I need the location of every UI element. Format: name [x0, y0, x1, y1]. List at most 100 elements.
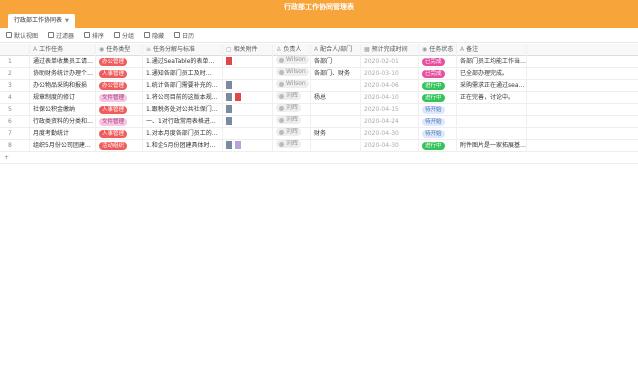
cell-owner[interactable]: Wilson — [273, 67, 311, 80]
table-tab[interactable]: 行政部工作协同表 ▼ — [8, 14, 75, 28]
column-header-date[interactable]: ▦ 预计完成时间 — [361, 43, 419, 56]
column-header-task[interactable]: A 工作任务 — [30, 43, 96, 56]
cell-partner[interactable] — [311, 103, 361, 116]
column-header-owner[interactable]: ♙ 负责人 — [273, 43, 311, 56]
table-row[interactable]: 3 办公物品采购和报损 办公管理 1.统计各部门需要补充的… Wilson 2020-04… — [0, 79, 638, 92]
cell-partner[interactable]: 各部门 — [311, 55, 361, 68]
cell-status[interactable]: 已完成 — [419, 55, 457, 68]
cell-date[interactable]: 2020-04-10 — [361, 91, 419, 104]
cell-standard[interactable]: 一、1对行政常用表格进… — [143, 115, 223, 128]
cell-partner[interactable] — [311, 139, 361, 152]
cell-partner[interactable]: 杨总 — [311, 91, 361, 104]
cell-owner[interactable]: 刘辉 — [273, 103, 311, 116]
cell-owner[interactable]: 刘辉 — [273, 139, 311, 152]
column-header-partner[interactable]: A 配合人/部门 — [311, 43, 361, 56]
table-row[interactable]: 8 组织5月份公司团建团… 活动组织 1.和企5月份团建具体时… 刘辉 2020-04-3… — [0, 139, 638, 152]
cell-note[interactable] — [457, 127, 527, 140]
cell-owner[interactable]: Wilson — [273, 55, 311, 68]
toolbar-hide[interactable]: 隐藏 — [144, 31, 164, 40]
cell-owner[interactable]: 刘辉 — [273, 127, 311, 140]
cell-partner[interactable]: 财务 — [311, 127, 361, 140]
table-row[interactable]: 6 行政类资料的分类和保存 文件管理 一、1对行政常用表格进… 刘辉 2020-04-24… — [0, 115, 638, 128]
cell-status[interactable]: 已完成 — [419, 67, 457, 80]
cell-standard[interactable]: 1.通知各部门员工及时… — [143, 67, 223, 80]
cell-type[interactable]: 文件管理 — [96, 115, 143, 128]
cell-attachment[interactable] — [223, 55, 273, 68]
cell-type[interactable]: 人事管理 — [96, 67, 143, 80]
cell-date[interactable]: 2020-03-10 — [361, 67, 419, 80]
table-row[interactable]: 5 社保公积金缴纳 人事管理 1.跟税务处对公共社保门… 刘辉 2020-04-15 待开始 — [0, 103, 638, 116]
image-file-icon[interactable] — [235, 141, 241, 149]
table-row[interactable]: 7 月度考勤统计 人事管理 1.对本月度各部门员工的… 刘辉 财务 2020-04-30 待开… — [0, 127, 638, 140]
cell-date[interactable]: 2020-02-01 — [361, 55, 419, 68]
toolbar-sort[interactable]: 排序 — [84, 31, 104, 40]
cell-note[interactable]: 已全部办理完成。 — [457, 67, 527, 80]
cell-type[interactable]: 人事管理 — [96, 103, 143, 116]
document-file-icon[interactable] — [226, 141, 232, 149]
cell-partner[interactable] — [311, 115, 361, 128]
document-file-icon[interactable] — [226, 93, 232, 101]
cell-note[interactable]: 附件图片是一家拓展基… — [457, 139, 527, 152]
toolbar-filter[interactable]: 过滤器 — [48, 31, 74, 40]
cell-date[interactable]: 2020-04-24 — [361, 115, 419, 128]
document-file-icon[interactable] — [226, 117, 232, 125]
cell-status[interactable]: 进行中 — [419, 91, 457, 104]
cell-task[interactable]: 办公物品采购和报损 — [30, 79, 96, 92]
cell-standard[interactable]: 1.跟税务处对公共社保门… — [143, 103, 223, 116]
cell-date[interactable]: 2020-04-06 — [361, 79, 419, 92]
cell-task[interactable]: 行政类资料的分类和保存 — [30, 115, 96, 128]
cell-standard[interactable]: 1.通过SeaTable的表单… — [143, 55, 223, 68]
cell-status[interactable]: 进行中 — [419, 79, 457, 92]
pdf-file-icon[interactable] — [235, 93, 241, 101]
cell-note[interactable]: 各部门员工均能工作当… — [457, 55, 527, 68]
cell-date[interactable]: 2020-04-30 — [361, 127, 419, 140]
cell-type[interactable]: 人事管理 — [96, 127, 143, 140]
cell-attachment[interactable] — [223, 67, 273, 80]
table-row[interactable]: 2 协助财务统计办理个人… 人事管理 1.通知各部门员工及时… Wilson 各部门、财务… — [0, 67, 638, 80]
cell-task[interactable]: 规章制度的修订 — [30, 91, 96, 104]
cell-status[interactable]: 进行中 — [419, 139, 457, 152]
cell-date[interactable]: 2020-04-30 — [361, 139, 419, 152]
column-header-attachment[interactable]: ▢ 相关附件 — [223, 43, 273, 56]
cell-attachment[interactable] — [223, 115, 273, 128]
add-row-button[interactable]: + — [0, 152, 638, 164]
cell-owner[interactable]: 刘辉 — [273, 91, 311, 104]
cell-type[interactable]: 活动组织 — [96, 139, 143, 152]
table-row[interactable]: 4 规章制度的修订 文件管理 1.将公司目前的这版本规… 刘辉 杨总 2020-04-10 进… — [0, 91, 638, 104]
cell-note[interactable]: 正在完善，讨论中。 — [457, 91, 527, 104]
cell-attachment[interactable] — [223, 127, 273, 140]
cell-owner[interactable]: 刘辉 — [273, 115, 311, 128]
cell-task[interactable]: 月度考勤统计 — [30, 127, 96, 140]
chevron-down-icon[interactable]: ▼ — [65, 18, 69, 24]
cell-owner[interactable]: Wilson — [273, 79, 311, 92]
toolbar-calendar[interactable]: 日历 — [174, 31, 194, 40]
cell-type[interactable]: 办公管理 — [96, 55, 143, 68]
cell-standard[interactable]: 1.和企5月份团建具体时… — [143, 139, 223, 152]
cell-task[interactable]: 组织5月份公司团建团… — [30, 139, 96, 152]
cell-attachment[interactable] — [223, 91, 273, 104]
cell-attachment[interactable] — [223, 103, 273, 116]
cell-status[interactable]: 待开始 — [419, 103, 457, 116]
cell-standard[interactable]: 1.统计各部门需要补充的… — [143, 79, 223, 92]
cell-attachment[interactable] — [223, 139, 273, 152]
toolbar-default-view[interactable]: 默认视图 — [6, 31, 38, 40]
cell-task[interactable]: 协助财务统计办理个人… — [30, 67, 96, 80]
cell-standard[interactable]: 1.将公司目前的这版本规… — [143, 91, 223, 104]
cell-date[interactable]: 2020-04-15 — [361, 103, 419, 116]
cell-partner[interactable]: 各部门、财务 — [311, 67, 361, 80]
pdf-file-icon[interactable] — [226, 57, 232, 65]
cell-attachment[interactable] — [223, 79, 273, 92]
table-row[interactable]: 1 通过表单收集员工请工… 办公管理 1.通过SeaTable的表单… Wilson 各部… — [0, 55, 638, 68]
cell-status[interactable]: 待开始 — [419, 127, 457, 140]
column-header-standard[interactable]: ≡ 任务分解与标准 — [143, 43, 223, 56]
cell-note[interactable] — [457, 115, 527, 128]
cell-note[interactable]: 采购需求正在通过seat… — [457, 79, 527, 92]
column-header-note[interactable]: A 备注 — [457, 43, 527, 56]
cell-note[interactable] — [457, 103, 527, 116]
cell-standard[interactable]: 1.对本月度各部门员工的… — [143, 127, 223, 140]
cell-type[interactable]: 办公管理 — [96, 79, 143, 92]
cell-status[interactable]: 待开始 — [419, 115, 457, 128]
cell-partner[interactable] — [311, 79, 361, 92]
cell-type[interactable]: 文件管理 — [96, 91, 143, 104]
document-file-icon[interactable] — [226, 81, 232, 89]
